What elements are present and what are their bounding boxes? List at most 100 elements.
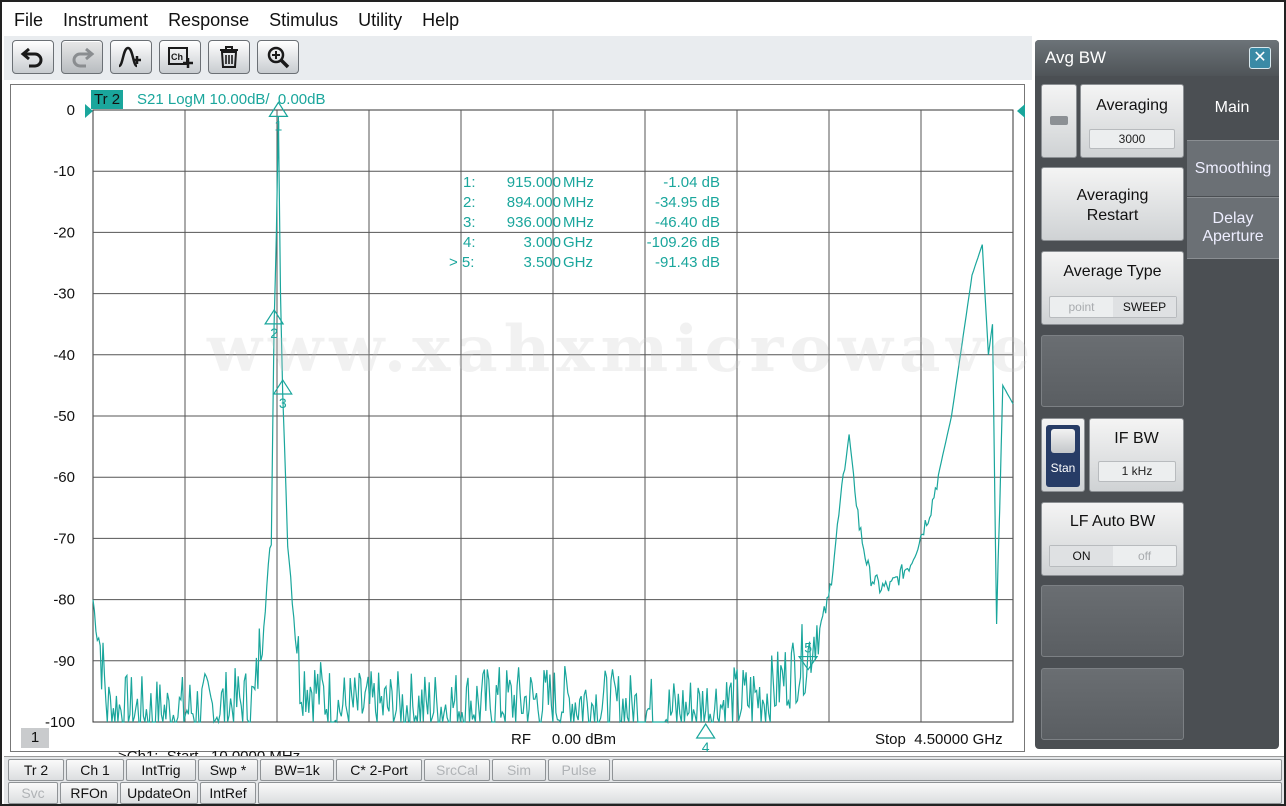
y-tick-label: -30 xyxy=(53,286,75,303)
menu-response[interactable]: Response xyxy=(158,10,259,31)
status-srccal[interactable]: SrcCal xyxy=(424,759,490,781)
marker-readout-row: 3: 936.000 MHz -46.40 dB xyxy=(447,214,727,234)
reference-arrow-right[interactable] xyxy=(1017,104,1025,118)
marker-value: -46.40 dB xyxy=(654,214,720,231)
channel-add-icon: Ch xyxy=(168,47,193,68)
marker-readout-row: 4: 3.000 GHz -109.26 dB xyxy=(447,234,727,254)
tab-smoothing[interactable]: Smoothing xyxy=(1187,140,1279,196)
menu-instrument[interactable]: Instrument xyxy=(53,10,158,31)
averaging-restart-label: Averaging Restart xyxy=(1076,187,1149,224)
status-calibration[interactable]: C* 2-Port xyxy=(336,759,422,781)
status-trigger[interactable]: IntTrig xyxy=(126,759,196,781)
marker-readout: 1: 915.000 MHz -1.04 dB 2: 894.000 MHz -34.95 d… xyxy=(447,174,727,274)
if-bw-button[interactable]: IF BW 1 kHz xyxy=(1089,418,1184,492)
y-tick-label: -50 xyxy=(53,408,75,425)
standard-ifbw-button[interactable]: Stan xyxy=(1041,418,1085,492)
stan-label: Stan xyxy=(1050,461,1076,475)
marker-label-2: 2 xyxy=(270,325,278,341)
empty-softkey xyxy=(1041,668,1184,740)
marker-label-3: 3 xyxy=(279,395,287,411)
trace-label: S21 LogM 10.00dB/ 0.00dB xyxy=(137,91,326,108)
status-sim[interactable]: Sim xyxy=(492,759,546,781)
marker-value: -1.04 dB xyxy=(663,174,720,191)
lf-auto-bw-off[interactable]: off xyxy=(1113,546,1176,566)
lf-auto-bw-toggle[interactable]: ON off xyxy=(1049,545,1177,567)
empty-softkey xyxy=(1041,335,1184,407)
rf-power[interactable]: RF 0.00 dBm xyxy=(511,731,616,748)
menu-stimulus[interactable]: Stimulus xyxy=(259,10,348,31)
marker-value: -34.95 dB xyxy=(654,194,720,211)
y-tick-label: -10 xyxy=(53,163,75,180)
averaging-value[interactable]: 3000 xyxy=(1089,129,1175,149)
averaging-led xyxy=(1050,116,1068,125)
marker-label-4: 4 xyxy=(702,739,710,753)
trash-icon xyxy=(220,46,238,68)
average-type-sweep[interactable]: SWEEP xyxy=(1113,297,1176,317)
average-type-label: Average Type xyxy=(1063,263,1162,280)
if-bw-value[interactable]: 1 kHz xyxy=(1098,461,1176,482)
zoom-in-icon xyxy=(267,46,290,69)
y-tick-label: -20 xyxy=(53,224,75,241)
y-tick-label: -90 xyxy=(53,653,75,670)
y-tick-label: 0 xyxy=(67,102,75,119)
channel-number[interactable]: 1 xyxy=(21,728,49,748)
tab-delay-aperture[interactable]: Delay Aperture xyxy=(1187,197,1279,259)
y-tick-label: -70 xyxy=(53,530,75,547)
marker-readout-row: 2: 894.000 MHz -34.95 dB xyxy=(447,194,727,214)
stop-frequency[interactable]: Stop 4.50000 GHz xyxy=(875,731,1003,748)
status-update-on[interactable]: UpdateOn xyxy=(120,782,198,804)
tab-main[interactable]: Main xyxy=(1185,80,1279,140)
status-service[interactable]: Svc xyxy=(8,782,58,804)
add-marker-button[interactable] xyxy=(110,40,152,74)
status-pulse[interactable]: Pulse xyxy=(548,759,610,781)
status-bar: Tr 2 Ch 1 IntTrig Swp * BW=1k C* 2-Port … xyxy=(4,756,1284,804)
menu-help[interactable]: Help xyxy=(412,10,469,31)
average-type-toggle[interactable]: point SWEEP xyxy=(1049,296,1177,318)
average-type-point[interactable]: point xyxy=(1050,297,1113,317)
lf-auto-bw-label: LF Auto BW xyxy=(1069,513,1156,530)
lf-auto-bw-button[interactable]: LF Auto BW ON off xyxy=(1041,502,1184,576)
y-tick-label: -40 xyxy=(53,347,75,364)
status-sweep[interactable]: Swp * xyxy=(198,759,258,781)
application-window: File Instrument Response Stimulus Utilit… xyxy=(0,0,1286,806)
status-channel[interactable]: Ch 1 xyxy=(66,759,124,781)
panel-close-button[interactable]: ✕ xyxy=(1249,47,1271,69)
menu-bar: File Instrument Response Stimulus Utilit… xyxy=(4,4,1284,36)
trace-tag[interactable]: Tr 2 xyxy=(91,90,124,109)
averaging-button[interactable]: Averaging 3000 xyxy=(1080,84,1184,158)
averaging-toggle[interactable] xyxy=(1041,84,1077,158)
y-tick-label: -100 xyxy=(45,714,75,731)
delete-button[interactable] xyxy=(208,40,250,74)
add-channel-button[interactable]: Ch xyxy=(159,40,201,74)
stan-indicator: Stan xyxy=(1046,425,1080,487)
stan-led xyxy=(1051,429,1075,453)
empty-softkey xyxy=(1041,585,1184,657)
if-bw-label: IF BW xyxy=(1114,430,1159,447)
status-rf-on[interactable]: RFOn xyxy=(60,782,118,804)
averaging-restart-button[interactable]: Averaging Restart xyxy=(1041,167,1184,241)
marker-label-5: 5 xyxy=(804,640,812,656)
zoom-button[interactable] xyxy=(257,40,299,74)
close-icon: ✕ xyxy=(1253,49,1267,66)
measurement-display[interactable]: 0 -10 -20 -30 -40 -50 -60 -70 -80 -90 -100 1 2 3 4 5 T… xyxy=(10,84,1025,776)
status-int-ref[interactable]: IntRef xyxy=(200,782,256,804)
marker-label-1: 1 xyxy=(275,117,283,133)
menu-file[interactable]: File xyxy=(4,10,53,31)
marker-value: -91.43 dB xyxy=(654,254,720,271)
marker-value: -109.26 dB xyxy=(646,234,720,251)
averaging-label: Averaging xyxy=(1096,97,1168,114)
status-bandwidth[interactable]: BW=1k xyxy=(260,759,334,781)
panel-header: Avg BW ✕ xyxy=(1035,40,1279,76)
redo-button[interactable] xyxy=(61,40,103,74)
toolbar: Ch xyxy=(4,36,1032,80)
average-type-button[interactable]: Average Type point SWEEP xyxy=(1041,251,1184,325)
menu-utility[interactable]: Utility xyxy=(348,10,412,31)
lf-auto-bw-on[interactable]: ON xyxy=(1050,546,1113,566)
status-empty-field xyxy=(612,759,1282,781)
status-trace[interactable]: Tr 2 xyxy=(8,759,64,781)
marker-4[interactable] xyxy=(695,722,716,739)
undo-button[interactable] xyxy=(12,40,54,74)
redo-icon xyxy=(72,47,95,68)
svg-text:Ch: Ch xyxy=(171,52,183,62)
avg-bw-panel: Avg BW ✕ Main Smoothing Delay Aperture A… xyxy=(1035,40,1279,749)
